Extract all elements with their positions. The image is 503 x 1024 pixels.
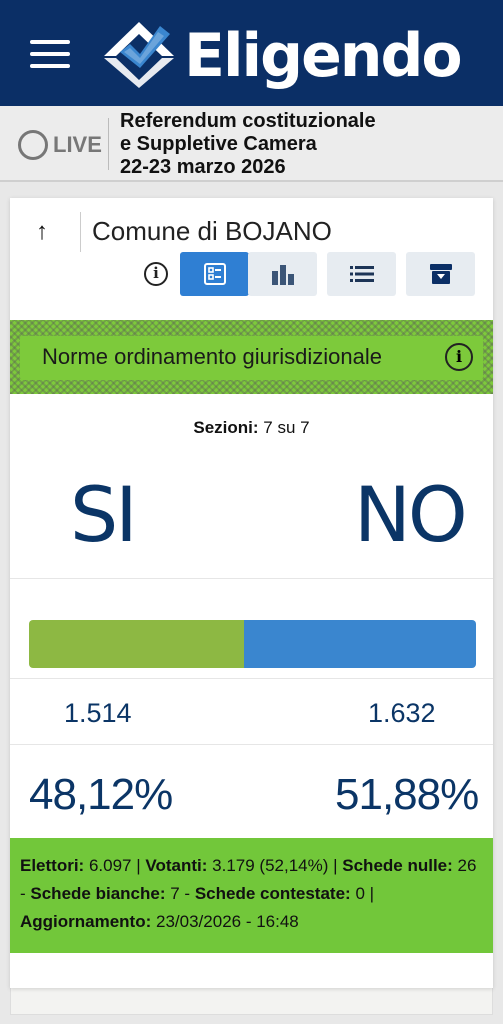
bar-chart-icon: [271, 265, 294, 285]
no-votes: 1.632: [368, 698, 436, 728]
no-percentage: 51,88%: [335, 770, 479, 819]
votanti-value: 3.179 (52,14%): [212, 856, 329, 875]
divider: [10, 578, 493, 579]
top-app-bar: Eligendo: [0, 0, 503, 106]
app-name: Eligendo: [184, 21, 463, 91]
chart-view-button[interactable]: [248, 252, 317, 296]
election-title[interactable]: Referendum costituzionale e Suppletive C…: [120, 110, 376, 179]
sezioni-count: Sezioni: 7 su 7: [10, 418, 493, 438]
eligendo-logo[interactable]: Eligendo: [100, 16, 490, 92]
results-card: ↑ Comune di BOJANO i Norme ordinamento g…: [10, 198, 493, 988]
no-label: NO: [354, 470, 468, 559]
elettori-value: 6.097: [88, 856, 132, 875]
si-bar-segment: [29, 620, 245, 668]
schede-contestate-label: Schede contestate:: [194, 884, 351, 903]
elettori-label: Elettori:: [20, 856, 85, 875]
schede-bianche-value: 7: [170, 884, 180, 903]
schede-nulle-label: Schede nulle:: [342, 856, 453, 875]
schede-bianche-label: Schede bianche:: [30, 884, 166, 903]
divider: [10, 744, 493, 745]
election-line-1: Referendum costituzionale: [120, 110, 376, 132]
divider: [10, 678, 493, 679]
list-view-button[interactable]: [327, 252, 396, 296]
sezioni-value: 7 su 7: [263, 418, 310, 437]
list-icon: [349, 266, 374, 282]
live-banner: LIVE Referendum costituzionale e Supplet…: [0, 106, 503, 182]
arrow-up-icon[interactable]: ↑: [36, 218, 48, 246]
live-indicator[interactable]: LIVE: [18, 130, 102, 160]
si-percentage: 48,12%: [29, 770, 173, 819]
ballot-check-logo-icon: [104, 22, 174, 88]
live-dot-icon: [18, 130, 48, 160]
no-bar-segment: [244, 620, 476, 668]
live-label: LIVE: [53, 132, 102, 157]
info-icon[interactable]: i: [144, 262, 168, 286]
votanti-label: Votanti:: [145, 856, 208, 875]
question-title: Norme ordinamento giurisdizionale: [42, 344, 382, 369]
cards-view-icon: [203, 263, 226, 285]
hamburger-menu-icon[interactable]: [30, 40, 70, 68]
question-box[interactable]: Norme ordinamento giurisdizionale i: [20, 336, 483, 380]
divider: [108, 118, 109, 170]
result-bar: [29, 620, 476, 668]
question-banner: Norme ordinamento giurisdizionale i: [10, 320, 493, 394]
election-line-3: 22-23 marzo 2026: [120, 156, 286, 178]
turnout-summary: Elettori: 6.097 | Votanti: 3.179 (52,14%…: [10, 838, 493, 953]
si-votes: 1.514: [64, 698, 132, 728]
sezioni-label: Sezioni:: [193, 418, 259, 437]
schede-contestate-value: 0: [355, 884, 365, 903]
aggiornamento-value: 23/03/2026 - 16:48: [156, 912, 299, 931]
aggiornamento-label: Aggiornamento:: [20, 912, 152, 931]
cards-view-button[interactable]: [180, 252, 249, 296]
election-line-2: e Suppletive Camera: [120, 133, 317, 155]
si-label: SI: [70, 470, 138, 559]
archive-button[interactable]: [406, 252, 475, 296]
comune-title: Comune di BOJANO: [92, 216, 332, 246]
archive-icon: [429, 264, 452, 284]
question-info-icon[interactable]: i: [445, 343, 473, 371]
schede-nulle-value: 26: [457, 856, 477, 875]
divider: [80, 212, 81, 252]
